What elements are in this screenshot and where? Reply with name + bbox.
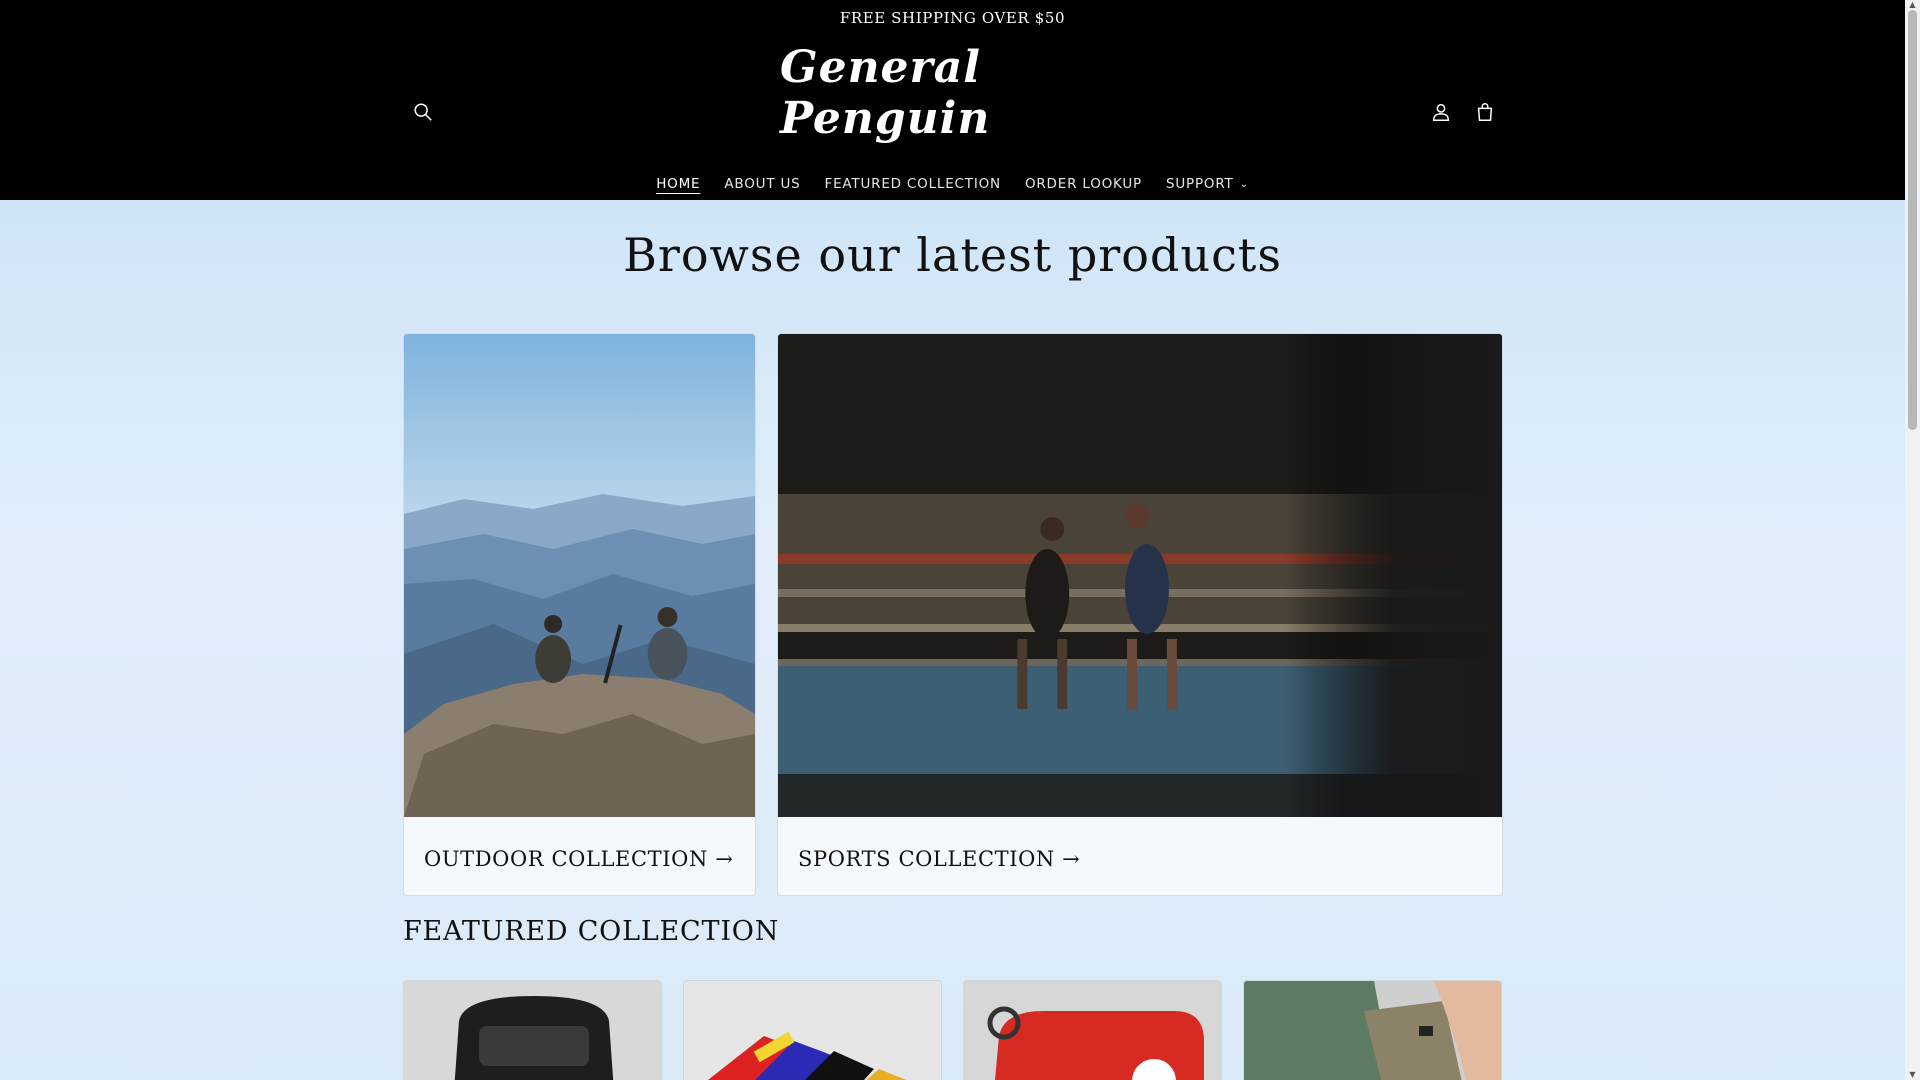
collection-card-outdoor[interactable]: OUTDOOR COLLECTION → [403,333,756,896]
cart-icon [1477,103,1493,121]
cart-button[interactable] [1465,92,1505,132]
search-button[interactable] [403,92,443,132]
nav-item-home[interactable]: HOME [644,176,712,192]
nav-item-support[interactable]: SUPPORT ⌄ [1154,176,1261,192]
scroll-up-arrow-icon[interactable]: ▲ [1908,0,1917,10]
product-card[interactable] [963,980,1222,1080]
nav-label: FEATURED COLLECTION [824,176,1001,192]
chevron-down-icon: ⌄ [1239,178,1249,190]
nav-label: ORDER LOOKUP [1024,176,1142,192]
product-card[interactable] [1243,980,1502,1080]
page-scrollbar[interactable]: ▲ ▼ [1905,0,1920,1080]
collection-card-sports[interactable]: SPORTS COLLECTION → [777,333,1503,896]
nav-item-about-us[interactable]: ABOUT US [712,176,812,192]
outdoor-collection-image [404,334,755,817]
main-nav: HOME ABOUT US FEATURED COLLECTION ORDER … [0,168,1905,200]
collection-link-sports[interactable]: SPORTS COLLECTION → [798,847,1080,871]
product-card[interactable] [683,980,942,1080]
sports-collection-image [778,334,1502,817]
product-card[interactable] [403,980,662,1080]
account-button[interactable] [1421,92,1461,132]
scroll-down-arrow-icon[interactable]: ▼ [1908,1070,1917,1080]
scroll-thumb[interactable] [1908,10,1917,430]
featured-collection-title: FEATURED COLLECTION [403,916,780,947]
page-title: Browse our latest products [623,228,1282,282]
logo-text: General Penguin [780,42,991,144]
nav-label: SUPPORT [1165,176,1234,192]
site-logo[interactable]: General Penguin [780,42,1124,144]
nav-label: HOME [656,176,701,192]
site-header: General Penguin HOME ABOUT US FEATURED C… [0,36,1905,200]
announcement-bar: FREE SHIPPING OVER $50 [0,0,1905,36]
main-content: Browse our latest products OUTDOOR COLLE… [0,200,1905,1080]
nav-item-order-lookup[interactable]: ORDER LOOKUP [1013,176,1154,192]
search-icon [414,103,432,121]
product-image-cargo-shorts [1244,981,1501,1080]
nav-label: ABOUT US [724,176,801,192]
announcement-text: FREE SHIPPING OVER $50 [839,9,1066,27]
product-image-hand-wraps [684,981,941,1080]
account-icon [1432,103,1450,121]
product-image-headgear [404,981,661,1080]
collection-link-outdoor[interactable]: OUTDOOR COLLECTION → [424,847,733,871]
product-image-first-aid-kit [964,981,1221,1080]
nav-item-featured-collection[interactable]: FEATURED COLLECTION [813,176,1013,192]
